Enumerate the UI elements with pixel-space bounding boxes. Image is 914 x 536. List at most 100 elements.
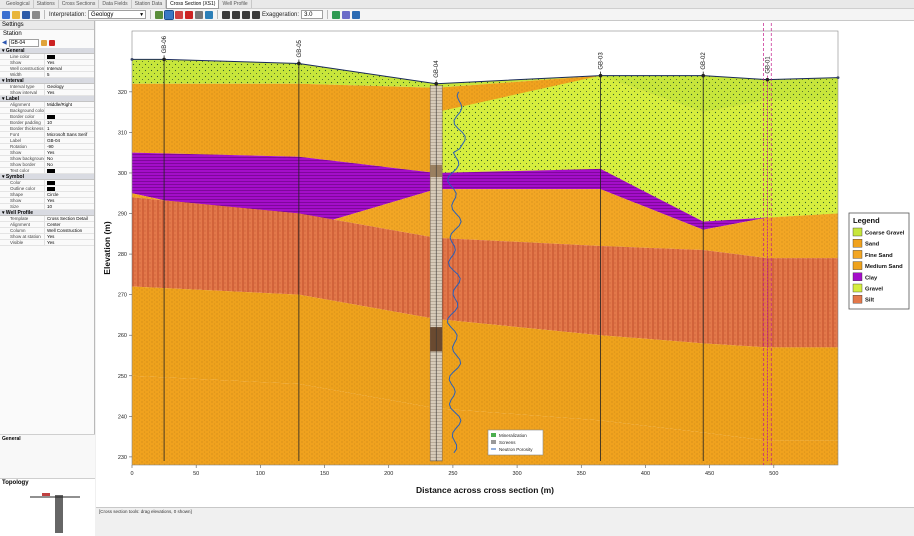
color-swatch[interactable] xyxy=(47,168,55,173)
property-value[interactable]: Yes xyxy=(45,60,94,65)
settings-title: Settings xyxy=(0,21,94,30)
property-value[interactable] xyxy=(45,54,94,59)
property-value[interactable]: 10 xyxy=(45,204,94,209)
station-symbol[interactable] xyxy=(598,73,603,78)
property-value[interactable]: No xyxy=(45,156,94,161)
station-select[interactable]: GB-04 xyxy=(8,38,39,47)
move-icon[interactable] xyxy=(195,10,204,19)
document-tab[interactable]: Station Data xyxy=(132,0,167,8)
property-value[interactable]: 10 xyxy=(45,120,94,125)
save-icon[interactable] xyxy=(22,10,30,19)
y-tick-label: 250 xyxy=(118,374,127,380)
property-value[interactable]: Yes xyxy=(45,90,94,95)
cross-section-chart[interactable]: GB-06 GB-05 GB-04 GB-03 GB-02 GB-01 230 240 250 2… xyxy=(96,21,914,507)
y-tick-label: 270 xyxy=(118,293,127,299)
property-value[interactable]: Yes xyxy=(45,234,94,239)
legend-title: Legend xyxy=(853,216,880,225)
property-value[interactable] xyxy=(45,114,94,119)
toolbar-separator xyxy=(217,10,219,19)
property-key: Show xyxy=(0,60,45,65)
zoom-out-icon[interactable] xyxy=(232,10,241,19)
color-swatch[interactable] xyxy=(47,180,55,185)
open-folder-icon[interactable] xyxy=(12,10,20,19)
zoom-extents-icon[interactable] xyxy=(242,10,251,19)
property-value[interactable]: 5 xyxy=(45,72,94,77)
delete-station-icon[interactable] xyxy=(48,39,55,46)
refresh-icon[interactable] xyxy=(332,10,341,19)
geology-layers xyxy=(132,59,838,465)
y-tick-label: 310 xyxy=(118,130,127,136)
station-symbol[interactable] xyxy=(162,57,166,62)
topology-pane: Topology xyxy=(0,478,95,536)
color-swatch[interactable] xyxy=(47,186,55,191)
document-tab[interactable]: Geological xyxy=(3,0,34,8)
property-key: Show interval xyxy=(0,90,45,95)
property-value[interactable]: Geology xyxy=(45,84,94,89)
interpretation-select[interactable]: Geology ▼ xyxy=(88,10,147,19)
property-value[interactable]: Circle xyxy=(45,192,94,197)
property-value[interactable] xyxy=(45,186,94,191)
property-value[interactable]: Microsoft Sans Serif xyxy=(45,132,94,137)
fill-icon[interactable] xyxy=(205,10,214,19)
property-value[interactable]: Well Construction xyxy=(45,228,94,233)
property-value[interactable]: No xyxy=(45,162,94,167)
property-value[interactable]: Interval xyxy=(45,66,94,71)
cross-section-view[interactable]: GB-06 GB-05 GB-04 GB-03 GB-02 GB-01 230 240 250 2… xyxy=(96,21,914,507)
property-value[interactable]: Center xyxy=(45,222,94,227)
zoom-window-icon[interactable] xyxy=(252,10,261,19)
property-value[interactable] xyxy=(45,180,94,185)
property-key: Color xyxy=(0,180,45,185)
settings-icon[interactable] xyxy=(32,10,40,19)
station-symbol[interactable] xyxy=(701,73,706,78)
property-key: Column xyxy=(0,228,45,233)
add-point-icon[interactable] xyxy=(175,10,184,19)
legend-label: Sand xyxy=(865,242,880,248)
legend-label: Clay xyxy=(865,275,878,281)
y-tick-label: 260 xyxy=(118,333,127,339)
property-key: Background color xyxy=(0,108,45,113)
station-symbol[interactable] xyxy=(297,61,301,66)
property-key: Interval type xyxy=(0,84,45,89)
x-tick-label: 500 xyxy=(769,471,778,477)
pan-icon[interactable] xyxy=(155,10,164,19)
document-tab[interactable]: Cross Section (XS1) xyxy=(166,0,220,9)
station-symbol[interactable] xyxy=(765,77,770,82)
property-row[interactable]: Visible Yes xyxy=(0,240,94,246)
legend-swatch xyxy=(852,261,863,270)
property-value[interactable] xyxy=(45,108,94,113)
property-value[interactable]: Cross Section Detail xyxy=(45,216,94,221)
property-value[interactable]: Middle/Right xyxy=(45,102,94,107)
property-value[interactable]: Yes xyxy=(45,150,94,155)
new-icon[interactable] xyxy=(2,10,10,19)
document-tab[interactable]: Stations xyxy=(34,0,59,8)
property-value[interactable]: Yes xyxy=(45,240,94,245)
zoom-in-icon[interactable] xyxy=(222,10,231,19)
main-toolbar: Interpretation: Geology ▼ Exaggeration: … xyxy=(0,9,914,21)
color-swatch[interactable] xyxy=(47,114,55,119)
select-icon[interactable] xyxy=(164,9,175,20)
exaggeration-input[interactable]: 3.0 xyxy=(301,10,324,19)
export-icon[interactable] xyxy=(352,10,361,19)
property-value[interactable]: 1 xyxy=(45,126,94,131)
station-label: GB-04 xyxy=(434,60,440,78)
color-swatch[interactable] xyxy=(47,54,55,59)
property-value[interactable] xyxy=(45,168,94,173)
edit-icon[interactable] xyxy=(40,39,47,46)
property-key: Show background xyxy=(0,156,45,161)
document-tab[interactable]: Cross Sections xyxy=(59,0,100,8)
station-symbol[interactable] xyxy=(434,81,439,86)
delete-icon[interactable] xyxy=(185,10,194,19)
x-tick-label: 200 xyxy=(384,471,393,477)
property-value[interactable]: Yes xyxy=(45,198,94,203)
back-icon[interactable]: ◀ xyxy=(2,39,7,46)
x-tick-label: 50 xyxy=(193,471,199,477)
layers-icon[interactable] xyxy=(342,10,351,19)
legend-swatch xyxy=(852,250,863,259)
property-value[interactable]: GB-04 xyxy=(45,138,94,143)
y-tick-label: 320 xyxy=(118,90,127,96)
x-tick-label: 150 xyxy=(320,471,329,477)
property-value[interactable]: -90 xyxy=(45,144,94,149)
document-tab[interactable]: Well Profile xyxy=(219,0,252,8)
property-key: Alignment xyxy=(0,222,45,227)
document-tab[interactable]: Data Fields xyxy=(99,0,132,8)
